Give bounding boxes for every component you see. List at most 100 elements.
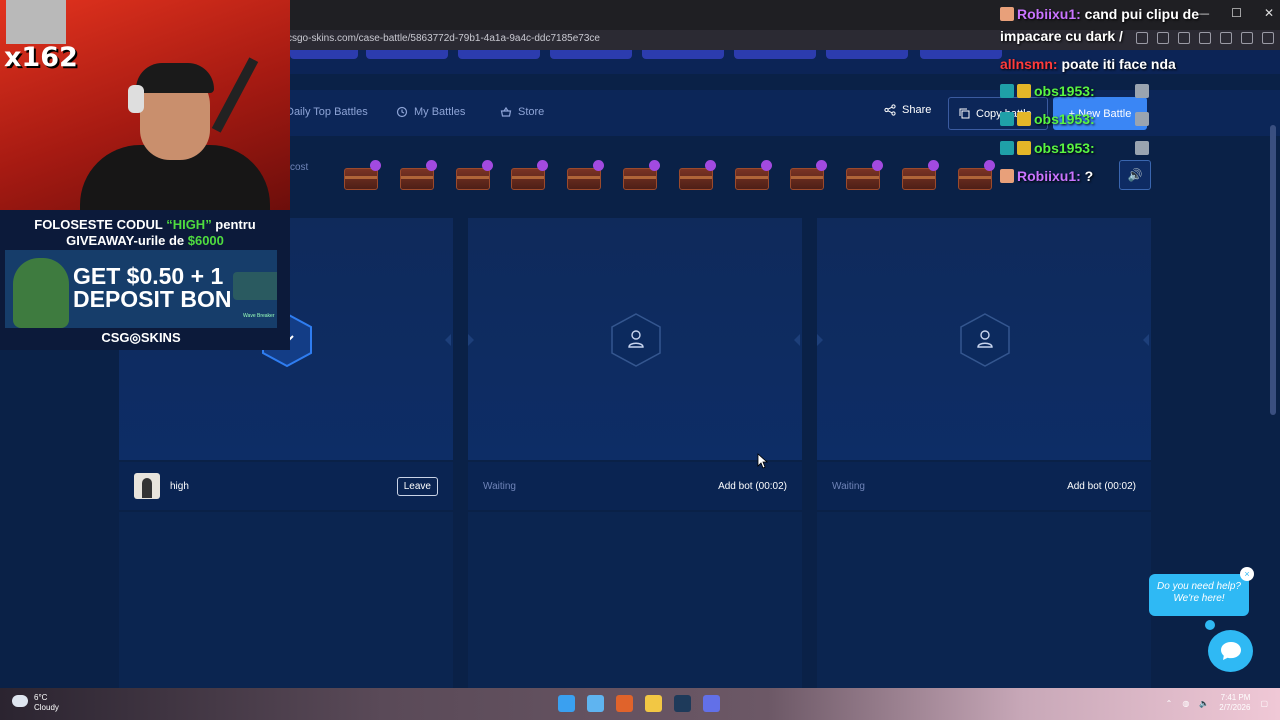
case-icon[interactable] (621, 160, 660, 190)
case-icon[interactable] (342, 160, 381, 190)
brave-browser-icon[interactable] (616, 695, 633, 712)
case-icon[interactable] (844, 160, 884, 190)
case-badge-icon (816, 160, 828, 171)
page-scrollbar[interactable] (1270, 125, 1276, 415)
chat-message: Robiixu1: cand pui clipu de (1000, 6, 1199, 22)
case-icon[interactable] (454, 160, 493, 190)
history-icon (396, 106, 408, 118)
support-chat-button[interactable] (1208, 630, 1253, 672)
chat-message: obs1953: (1000, 83, 1152, 99)
help-bubble[interactable]: Do you need help? We're here! (1149, 574, 1249, 616)
promo-weapon (233, 272, 277, 300)
shield-icon[interactable] (1178, 32, 1190, 44)
tab-pill[interactable] (366, 50, 448, 59)
temperature: 6°C (34, 693, 48, 702)
arrow-right-icon (817, 334, 823, 346)
share-button[interactable]: Share (884, 104, 931, 116)
windows-taskbar: 6°C Cloudy ⌃ ◍ 🔈 7:41 PM 2/7/2026 ▢ (0, 688, 1280, 720)
maximize-icon[interactable]: ☐ (1231, 6, 1242, 20)
avatar (134, 473, 160, 499)
chat-badge-icon (1000, 141, 1014, 155)
zoom-icon[interactable] (1136, 32, 1148, 44)
file-explorer-icon[interactable] (645, 695, 662, 712)
wallet-icon[interactable] (1241, 32, 1253, 44)
chat-username: obs1953: (1034, 111, 1095, 127)
player-items-area (817, 512, 1151, 690)
promo-character (13, 258, 69, 328)
add-bot-button[interactable]: Add bot (00:02) (1067, 481, 1136, 492)
weapon-label: Wave Breaker (243, 313, 275, 319)
chat-message: obs1953: (1000, 111, 1152, 127)
chat-username: allnsmn: (1000, 56, 1058, 72)
url-text[interactable]: csgo-skins.com/case-battle/5863772d-79b1… (287, 33, 600, 44)
close-icon[interactable]: ✕ (1264, 6, 1274, 20)
case-badge-icon (704, 160, 716, 171)
network-icon[interactable]: ◍ (1182, 699, 1189, 708)
toolbar-icons (1136, 32, 1274, 44)
case-box (567, 168, 602, 190)
case-box (344, 168, 378, 190)
tab-pill[interactable] (642, 50, 724, 59)
nav-label: Store (518, 106, 545, 118)
nav-daily-top-battles[interactable]: Daily Top Battles (286, 106, 368, 118)
chat-emote-icon (1134, 84, 1149, 98)
weather-text: Cloudy (34, 703, 59, 712)
promo-headline: GET $0.50 + 1 DEPOSIT BON (73, 265, 231, 311)
crown-icon (1017, 141, 1031, 155)
nav-my-battles[interactable]: My Battles (396, 106, 465, 118)
case-box (846, 168, 881, 190)
case-icon[interactable] (509, 160, 549, 190)
case-icon[interactable] (733, 160, 772, 190)
chat-username: Robiixu1: (1017, 6, 1081, 22)
webcam-headset (128, 85, 144, 113)
case-icon[interactable] (565, 160, 605, 190)
sidebar-icon[interactable] (1220, 32, 1232, 44)
chat-message: obs1953: (1000, 140, 1152, 156)
case-badge-icon (537, 160, 549, 171)
streamer-webcam: x162 (0, 0, 290, 210)
case-badge-icon (593, 160, 605, 171)
case-icon[interactable] (677, 160, 716, 190)
chat-user-icon (1000, 7, 1014, 21)
share-page-icon[interactable] (1157, 32, 1169, 44)
tab-pill[interactable] (920, 50, 1002, 59)
player-items-area (119, 512, 453, 690)
csgoskins-logo: CSG◎SKINS (101, 330, 181, 345)
steam-icon[interactable] (674, 695, 691, 712)
help-close-button[interactable]: × (1240, 567, 1254, 581)
case-box (399, 168, 434, 190)
case-icon[interactable] (398, 160, 437, 190)
weather-widget[interactable]: 6°C Cloudy (12, 693, 59, 713)
case-badge-icon (425, 160, 437, 171)
share-icon (884, 104, 896, 116)
waiting-label: Waiting (832, 480, 865, 492)
leave-button[interactable]: Leave (396, 476, 438, 496)
clock[interactable]: 7:41 PM 2/7/2026 (1219, 693, 1250, 713)
tab-pill[interactable] (734, 50, 816, 59)
discord-icon[interactable] (703, 695, 720, 712)
case-icon[interactable] (788, 160, 828, 190)
help-pointer (1205, 620, 1215, 630)
case-icon[interactable] (956, 160, 995, 190)
tab-pill[interactable] (458, 50, 540, 59)
crown-icon (1017, 112, 1031, 126)
help-line: Do you need help? (1157, 581, 1241, 592)
extension-icon[interactable] (1199, 32, 1211, 44)
sound-toggle-button[interactable]: 🔊 (1119, 160, 1151, 190)
nav-store[interactable]: Store (500, 106, 544, 118)
chat-text: cand pui clipu de (1080, 6, 1200, 22)
windows-start-icon[interactable] (558, 695, 575, 712)
chat-username: Robiixu1: (1017, 168, 1081, 184)
volume-icon[interactable]: 🔈 (1199, 699, 1209, 708)
case-icon[interactable] (900, 160, 939, 190)
notification-icon[interactable]: ▢ (1260, 699, 1268, 708)
add-bot-button[interactable]: Add bot (00:02) (718, 481, 787, 492)
case-box (790, 168, 825, 190)
tray-chevron-icon[interactable]: ⌃ (1166, 699, 1173, 708)
task-view-icon[interactable] (587, 695, 604, 712)
tab-pill[interactable] (290, 50, 358, 59)
player-row-3: Waiting Add bot (00:02) (817, 462, 1151, 510)
tab-pill[interactable] (826, 50, 908, 59)
menu-icon[interactable] (1262, 32, 1274, 44)
tab-pill[interactable] (550, 50, 632, 59)
